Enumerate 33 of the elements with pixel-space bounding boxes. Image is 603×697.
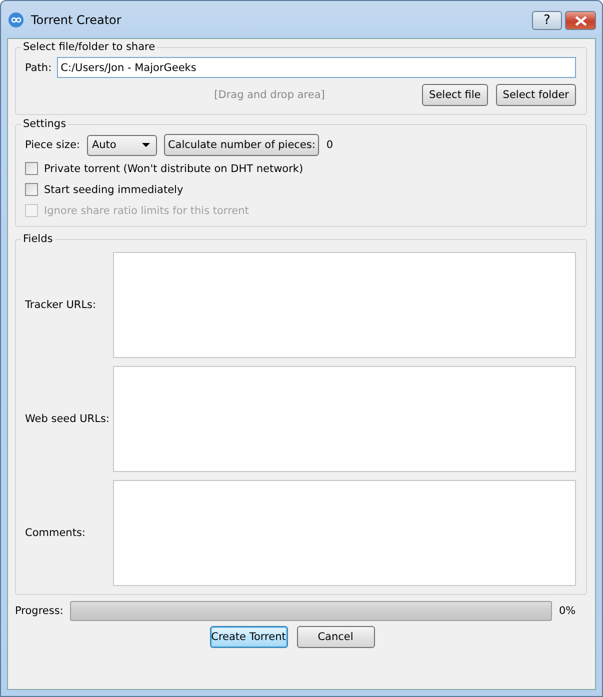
checkbox-label: Private torrent (Won't distribute on DHT network): [44, 162, 304, 174]
field-label: Comments:: [25, 527, 86, 539]
checkbox-label: Start seeding immediately: [44, 184, 184, 196]
help-button[interactable]: ?: [532, 11, 562, 30]
text-area[interactable]: [113, 366, 576, 472]
group-title: Fields: [22, 233, 54, 245]
group-title: Select file/folder to share: [22, 41, 156, 53]
progress-reading: 0%: [559, 605, 577, 617]
checkbox[interactable]: [25, 162, 38, 175]
window-title: Torrent Creator: [31, 12, 122, 26]
create-button[interactable]: Create Torrent: [210, 626, 288, 648]
field-label: Web seed URLs:: [25, 413, 110, 425]
progress-label: Progress:: [15, 605, 64, 617]
field-label: Tracker URLs:: [25, 299, 98, 311]
select-button[interactable]: Select file: [422, 84, 488, 106]
checkbox[interactable]: [25, 183, 38, 196]
field-label: Path:: [25, 62, 52, 74]
piece-size-dropdown[interactable]: Auto: [86, 134, 157, 156]
field-label: Piece size:: [25, 139, 80, 151]
checkbox-label: Ignore share ratio limits for this torrent: [44, 204, 249, 216]
app-icon: [8, 12, 24, 28]
close-icon: [574, 16, 586, 26]
cancel-button[interactable]: Cancel: [296, 626, 374, 648]
close-button[interactable]: [565, 11, 596, 30]
piece-count: 0: [326, 139, 334, 151]
select-button[interactable]: Select folder: [496, 84, 576, 106]
calculate-button[interactable]: Calculate number of pieces:: [164, 134, 320, 156]
caret-icon: [142, 143, 150, 147]
text-area[interactable]: [113, 252, 576, 358]
drop-area-hint: [Drag and drop area]: [213, 89, 326, 101]
text-area[interactable]: [113, 480, 576, 586]
group-title: Settings: [22, 118, 68, 130]
path-field[interactable]: C:/Users/Jon - MajorGeeks: [56, 57, 576, 78]
